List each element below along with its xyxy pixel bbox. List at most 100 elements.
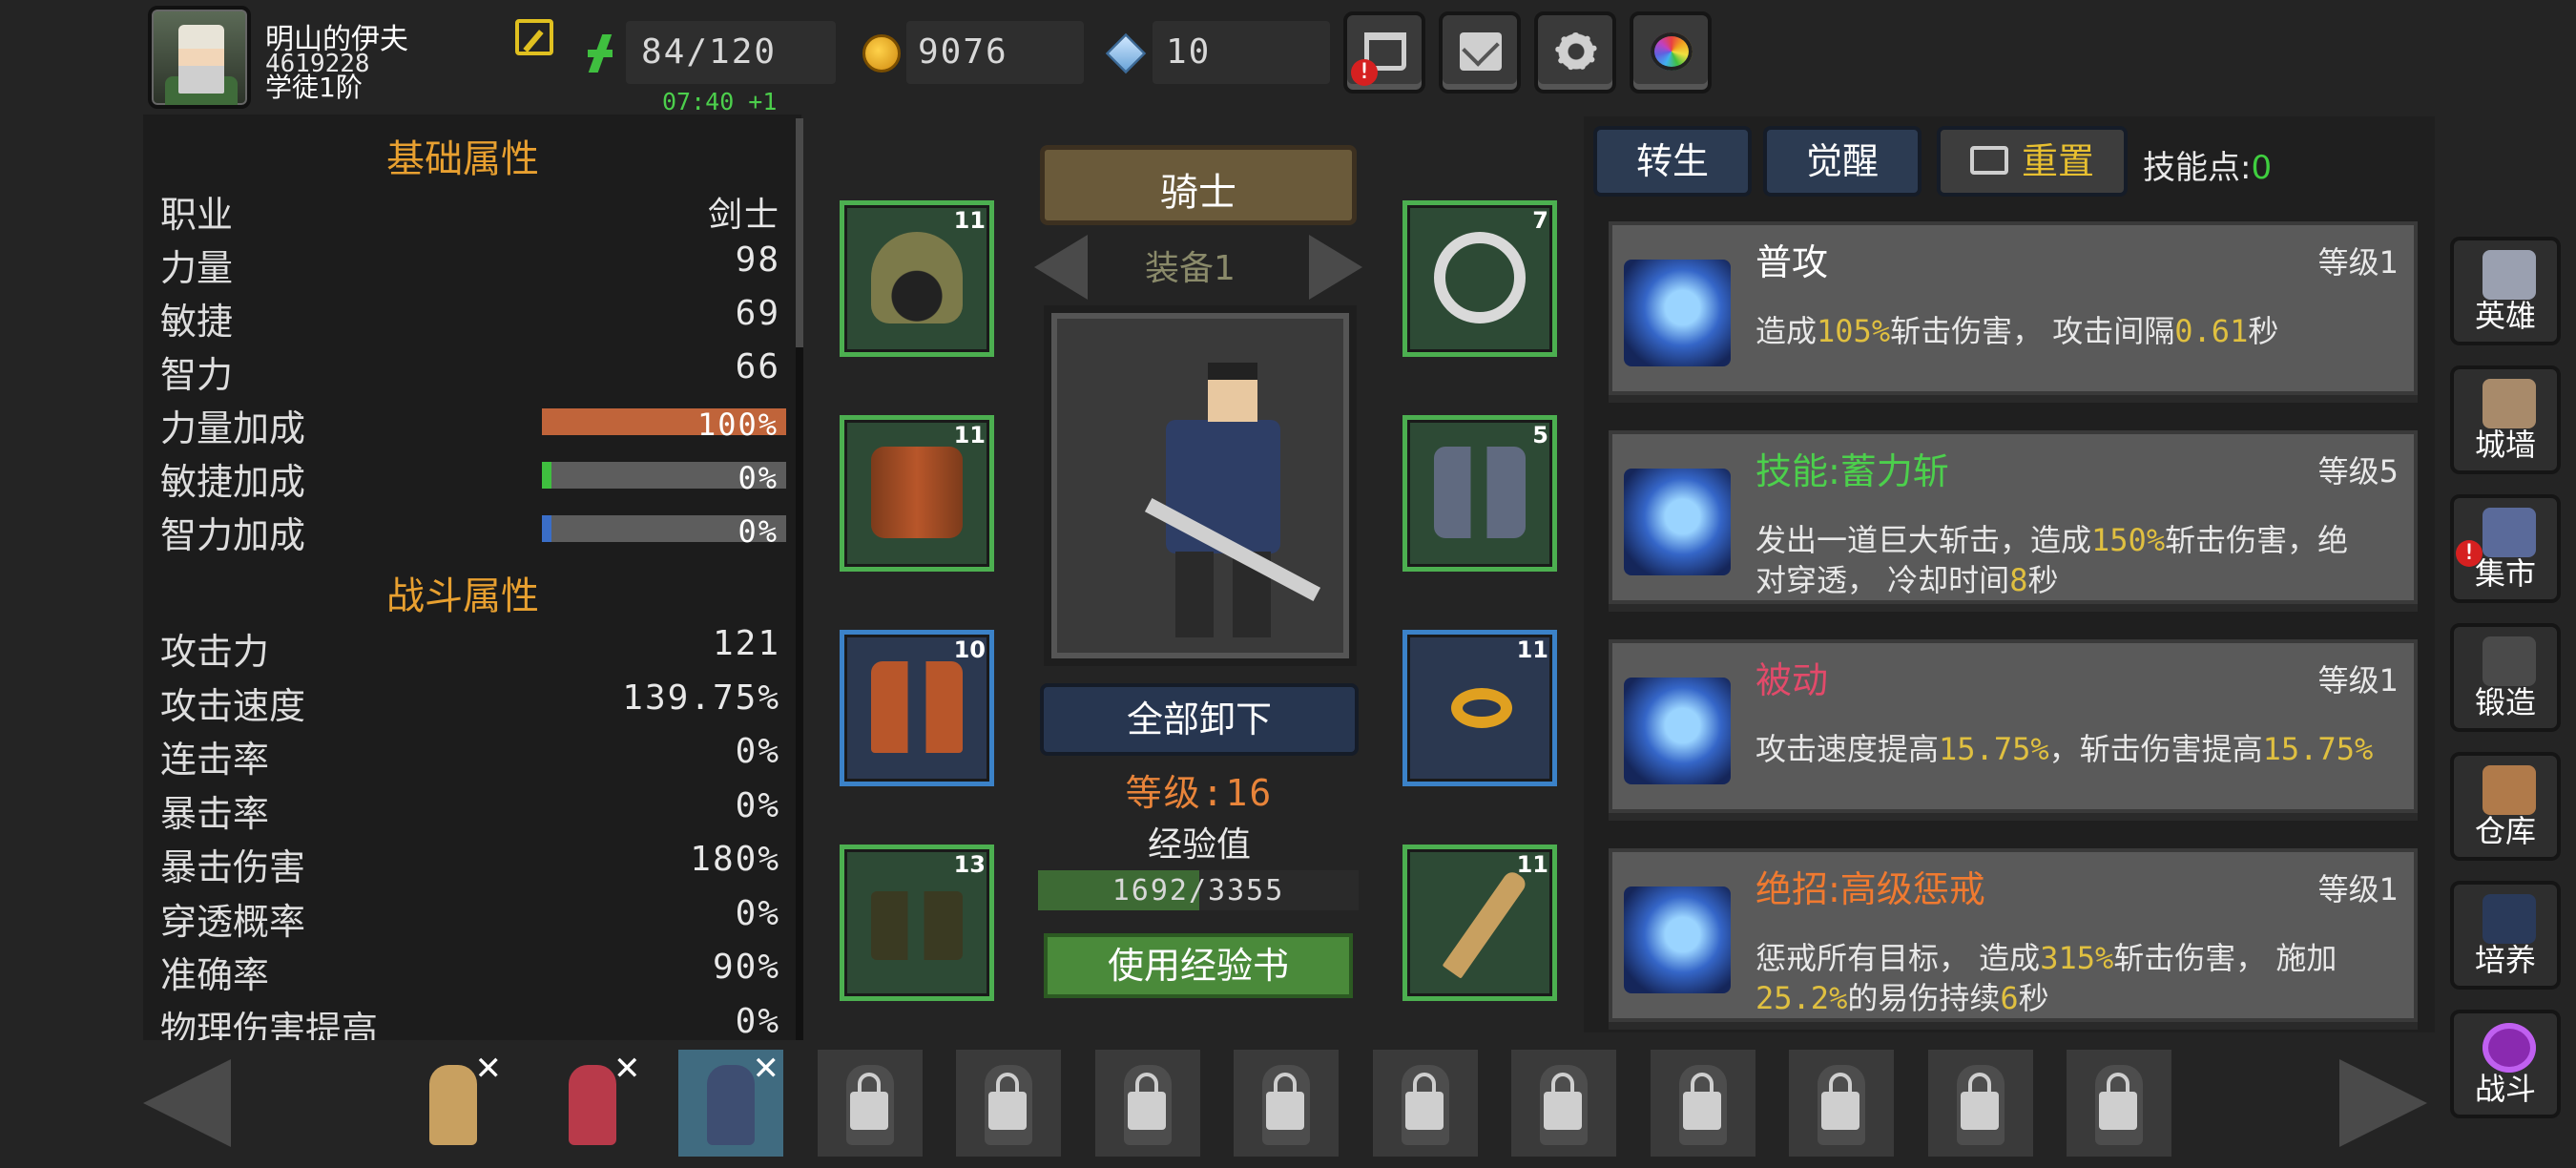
use-exp-book-button[interactable]: 使用经验书 <box>1044 933 1353 998</box>
skill-highlight-value: 150% <box>2091 522 2166 558</box>
locked-hero-slot[interactable] <box>1789 1050 1894 1157</box>
remove-hero-icon[interactable]: ✕ <box>753 1050 780 1088</box>
lock-icon <box>1544 1073 1582 1130</box>
hero-slot[interactable]: ✕ <box>401 1050 506 1157</box>
bonus-row: 力量加成 100% <box>160 395 786 449</box>
sword-icon <box>1442 868 1529 979</box>
nav-helmet-button[interactable]: 英雄 <box>2450 237 2561 345</box>
unequip-all-button[interactable]: 全部卸下 <box>1040 683 1359 756</box>
aperture-button[interactable] <box>1630 11 1712 94</box>
combat-stat-row: 准确率 90% <box>160 942 780 996</box>
mail-button[interactable] <box>1439 11 1521 94</box>
skill-desc-text: 秒 <box>2027 562 2059 598</box>
skill-level: 等级1 <box>2317 871 2399 907</box>
skill-highlight-value: 15.75% <box>2262 731 2374 767</box>
reset-skills-button[interactable]: 重置 <box>1937 126 2128 197</box>
combat-attributes-title: 战斗属性 <box>386 574 539 618</box>
locked-hero-slot[interactable] <box>1372 1050 1478 1157</box>
settings-button[interactable] <box>1534 11 1616 94</box>
combat-stat-value: 0% <box>735 785 780 825</box>
armor-slot[interactable]: 11 <box>840 415 994 572</box>
hero-figure <box>568 1065 616 1145</box>
nav-market-button[interactable]: 集市! <box>2450 494 2561 603</box>
combat-stat-label: 攻击速度 <box>160 684 306 727</box>
awaken-button[interactable]: 觉醒 <box>1763 126 1922 197</box>
ring-slot[interactable]: 11 <box>1402 630 1557 786</box>
locked-hero-slot[interactable] <box>1511 1050 1616 1157</box>
amulet-slot[interactable]: 7 <box>1402 200 1557 357</box>
edit-name-icon[interactable] <box>515 19 553 55</box>
player-rank: 学徒1阶 <box>265 72 363 103</box>
remove-hero-icon[interactable]: ✕ <box>613 1050 641 1088</box>
skill-card[interactable]: 技能:蓄力斩 等级5 发出一道巨大斩击，造成150%斩击伤害，绝对穿透， 冷却时间8… <box>1609 430 2418 604</box>
helmet-slot[interactable]: 11 <box>840 200 994 357</box>
nav-chest-button[interactable]: 仓库 <box>2450 752 2561 861</box>
alert-icon: ! <box>2456 540 2483 567</box>
skill-description: 攻击速度提高15.75%，斩击伤害提高15.75% <box>1755 729 2376 769</box>
skill-points-label: 技能点: <box>2143 149 2252 187</box>
lock-icon <box>1682 1073 1721 1130</box>
bonus-row: 智力加成 0% <box>160 502 786 556</box>
skill-card[interactable]: 绝招:高级惩戒 等级1 惩戒所有目标， 造成315%斩击伤害， 施加 25.2%的易伤… <box>1609 848 2418 1022</box>
mail-icon <box>1460 32 1502 71</box>
prev-set-arrow-icon[interactable] <box>1034 235 1088 300</box>
locked-hero-slot[interactable] <box>956 1050 1061 1157</box>
boots-slot[interactable]: 13 <box>840 845 994 1001</box>
shop-cart-button[interactable]: ! <box>1343 11 1425 94</box>
combat-stat-value: 0% <box>735 732 780 771</box>
nav-chalice-button[interactable]: 培养 <box>2450 881 2561 990</box>
player-avatar[interactable] <box>148 6 251 109</box>
weapon-slot[interactable]: 11 <box>1402 845 1557 1001</box>
stat-value: 剑士 <box>707 196 780 235</box>
gear-icon <box>1555 32 1597 71</box>
stat-value: 98 <box>735 240 780 280</box>
video-icon <box>1969 145 2008 175</box>
locked-hero-slot[interactable] <box>2067 1050 2171 1157</box>
equipment-set-label: 装备1 <box>1145 249 1236 288</box>
stat-label: 力量 <box>160 247 234 289</box>
exp-progress-bar: 1692/3355 <box>1038 870 1359 910</box>
roster-prev-arrow-icon[interactable] <box>143 1059 231 1147</box>
roster-next-arrow-icon[interactable] <box>2339 1059 2427 1147</box>
hero-slot[interactable]: ✕ <box>540 1050 645 1157</box>
locked-hero-slot[interactable] <box>817 1050 923 1157</box>
hero-level: 等级:16 <box>1125 772 1274 814</box>
skill-highlight-value: 0.61 <box>2174 313 2249 349</box>
stat-label: 职业 <box>160 194 234 236</box>
skill-desc-text: 斩击伤害， 施加 <box>2113 940 2337 976</box>
nav-label: 英雄 <box>2474 298 2536 334</box>
locked-hero-slot[interactable] <box>1094 1050 1200 1157</box>
skill-level: 等级1 <box>2317 244 2399 281</box>
stat-value: 69 <box>735 294 780 333</box>
rebirth-button[interactable]: 转生 <box>1593 126 1752 197</box>
nav-portal-button[interactable]: 战斗 <box>2450 1010 2561 1118</box>
hero-figure <box>707 1065 755 1145</box>
ring-icon <box>1451 688 1512 728</box>
nav-anvil-button[interactable]: 锻造 <box>2450 623 2561 732</box>
remove-hero-icon[interactable]: ✕ <box>475 1050 503 1088</box>
skill-card[interactable]: 被动 等级1 攻击速度提高15.75%，斩击伤害提高15.75% <box>1609 639 2418 813</box>
gloves-slot[interactable]: 5 <box>1402 415 1557 572</box>
locked-hero-slot[interactable] <box>1234 1050 1339 1157</box>
skill-highlight-value: 15.75% <box>1939 731 2049 767</box>
bonus-label: 智力加成 <box>160 514 306 556</box>
hero-slot[interactable]: ✕ <box>678 1050 783 1157</box>
nav-castle-button[interactable]: 城墙 <box>2450 365 2561 474</box>
slot-level: 5 <box>1532 422 1548 448</box>
pants-slot[interactable]: 10 <box>840 630 994 786</box>
locked-hero-slot[interactable] <box>1927 1050 2033 1157</box>
skill-card[interactable]: 普攻 等级1 造成105%斩击伤害， 攻击间隔0.61秒 <box>1609 221 2418 395</box>
lock-icon <box>1821 1073 1859 1130</box>
locked-hero-slot[interactable] <box>1650 1050 1755 1157</box>
slot-level: 10 <box>953 636 986 663</box>
skill-desc-text: 发出一道巨大斩击，造成 <box>1755 522 2092 558</box>
slash-skill-icon <box>1624 260 1731 366</box>
stats-scrollbar[interactable] <box>796 118 803 1040</box>
exp-label: 经验值 <box>1147 825 1251 865</box>
slot-level: 11 <box>953 422 986 448</box>
next-set-arrow-icon[interactable] <box>1309 235 1362 300</box>
stat-row: 职业 剑士 <box>160 181 780 236</box>
slot-level: 11 <box>1516 636 1548 663</box>
stats-panel[interactable]: 基础属性 职业 剑士 力量 98 敏捷 69 智力 66 力量加成 100% 敏捷加成 0% 智力加成… <box>143 115 801 1040</box>
combat-stat-value: 139.75% <box>622 678 780 718</box>
